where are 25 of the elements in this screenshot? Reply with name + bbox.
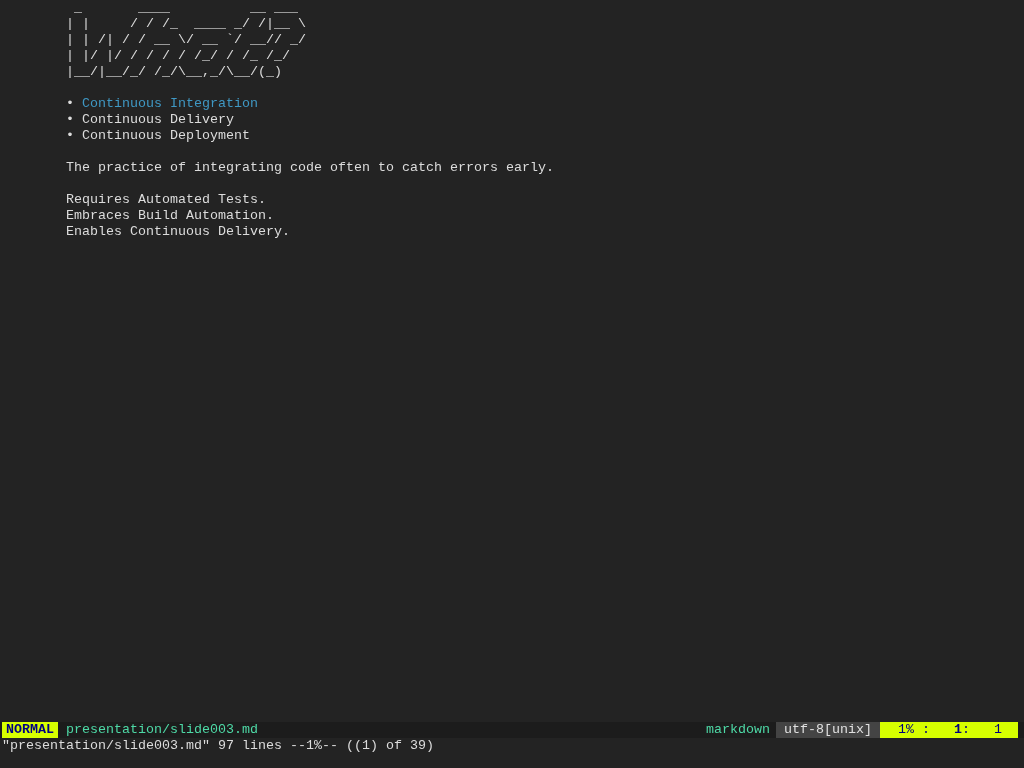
separator-text: : [962,722,970,738]
bullet-mark: • [66,112,74,128]
column-number: 1 [994,722,1002,738]
note-text: Requires Automated Tests. [66,192,266,208]
ascii-banner-line: |__/|__/_/ /_/\__,_/\__/(_) [66,64,283,80]
mode-indicator: NORMAL [2,722,58,738]
note-text: Embraces Build Automation. [66,208,274,224]
ascii-banner-line: | | /| / / __ \/ __ `/ __// _/ [66,32,306,48]
bullet-mark: • [66,96,74,112]
ascii-banner-line: _ ____ __ ___ [73,0,299,16]
command-line-message: "presentation/slide003.md" 97 lines --1%-- ((1) of 39) [2,738,434,753]
line-number: 1 [954,722,962,738]
note-text: Enables Continuous Delivery. [66,224,290,240]
file-name: presentation/slide003.md [66,722,258,738]
bullet-item: Continuous Integration [82,96,258,112]
description-text: The practice of integrating code often to catch errors early. [66,160,554,176]
ascii-banner-line: | |/ |/ / / / / /_/ / /_ /_/ [66,48,291,64]
bullet-item: Continuous Delivery [82,112,234,128]
filetype-label: markdown [706,722,770,738]
separator-text: : [922,722,930,738]
ascii-banner-line: | | / / /_ ____ _/ /|__ \ [66,16,306,32]
encoding-label: utf-8[unix] [776,722,880,738]
bullet-item: Continuous Deployment [82,128,250,144]
bullet-mark: • [66,128,74,144]
percent-text: 1% [898,722,914,738]
